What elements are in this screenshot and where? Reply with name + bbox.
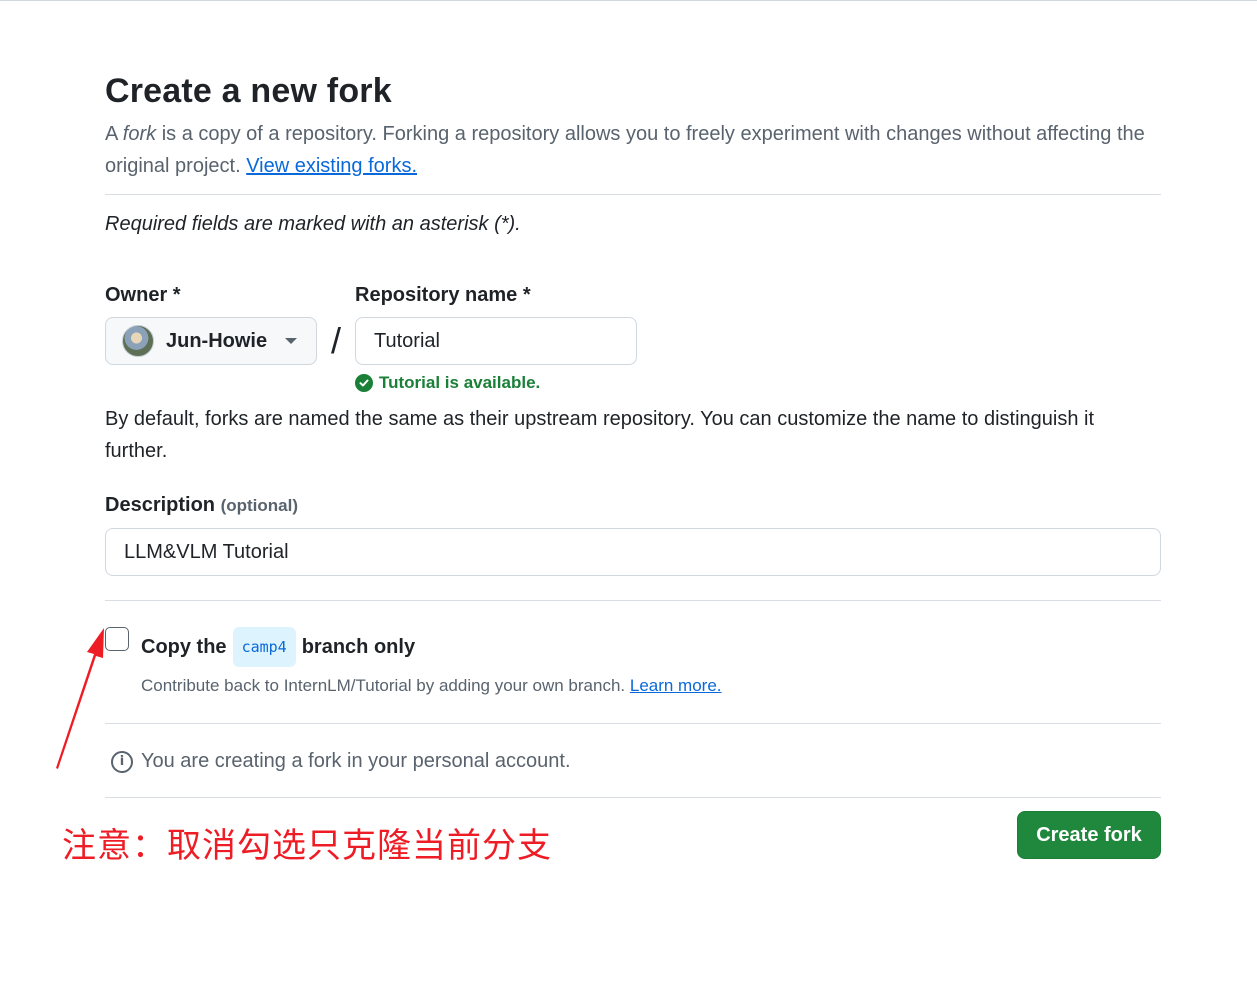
description-label-row: Description (optional) [105, 489, 1161, 522]
divider [105, 797, 1161, 798]
copy-branch-sub-text: Contribute back to InternLM/Tutorial by … [141, 676, 630, 695]
copy-branch-text: Copy the camp4 branch only Contribute ba… [141, 627, 722, 699]
personal-account-note: i You are creating a fork in your person… [111, 750, 1161, 773]
annotation-arrow [56, 628, 104, 769]
owner-field: Owner * Jun-Howie [105, 279, 317, 365]
repository-name-field: Repository name * Tutorial is available. [355, 279, 637, 393]
description-optional-label: (optional) [220, 496, 299, 515]
owner-select-button[interactable]: Jun-Howie [105, 317, 317, 365]
availability-status: Tutorial is available. [355, 373, 637, 393]
annotation-arrow-shape [56, 628, 104, 769]
description-input[interactable] [105, 528, 1161, 576]
repository-name-label: Repository name * [355, 284, 531, 306]
repository-name-input[interactable] [355, 317, 637, 365]
subtitle-fork-word: fork [122, 123, 157, 145]
branch-name-badge: camp4 [232, 627, 296, 667]
copy-branch-description: Contribute back to InternLM/Tutorial by … [141, 673, 722, 699]
page-title: Create a new fork [105, 72, 392, 110]
divider [105, 194, 1161, 195]
caret-down-icon [285, 338, 298, 344]
copy-branch-option: Copy the camp4 branch only Contribute ba… [105, 627, 1161, 699]
owner-name: Jun-Howie [166, 329, 268, 352]
avatar [122, 325, 154, 357]
subtitle-prefix: A [105, 123, 123, 145]
create-fork-button[interactable]: Create fork [1017, 811, 1161, 859]
owner-label: Owner * [105, 284, 181, 306]
personal-account-text: You are creating a fork in your personal… [141, 750, 571, 772]
copy-branch-title: Copy the camp4 branch only [141, 627, 722, 667]
view-existing-forks-link[interactable]: View existing forks. [246, 155, 417, 177]
slash-separator: / [330, 320, 341, 361]
info-icon: i [111, 750, 133, 773]
annotation-text: 注意：取消勾选只克隆当前分支 [62, 826, 552, 866]
divider [105, 723, 1161, 724]
owner-repo-fields: Owner * Jun-Howie / Repository name * Tu… [105, 279, 1161, 393]
copy-branch-prefix: Copy the [141, 636, 227, 658]
copy-branch-suffix: branch only [301, 636, 416, 658]
page-subtitle: A fork is a copy of a repository. Forkin… [105, 118, 1161, 182]
top-border [0, 0, 1257, 1]
default-name-note: By default, forks are named the same as … [105, 408, 1095, 462]
fork-form: Create a new fork A fork is a copy of a … [105, 70, 1161, 798]
description-label: Description [105, 494, 216, 516]
check-circle-icon [355, 374, 373, 392]
availability-text: Tutorial is available. [379, 373, 541, 392]
learn-more-link[interactable]: Learn more. [630, 676, 722, 695]
required-fields-note: Required fields are marked with an aster… [105, 213, 521, 235]
divider [105, 600, 1161, 601]
